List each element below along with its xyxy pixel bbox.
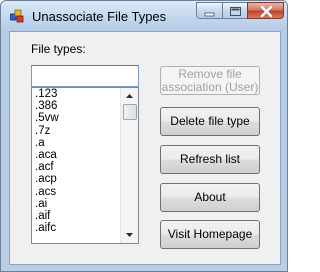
listbox-scrollbar[interactable] — [120, 88, 138, 243]
list-item[interactable]: .386 — [34, 100, 120, 112]
list-item[interactable]: .acs — [34, 186, 120, 198]
list-item[interactable]: .7z — [34, 125, 120, 137]
list-item[interactable]: .5vw — [34, 112, 120, 124]
list-item[interactable]: .aif — [34, 210, 120, 222]
scroll-thumb[interactable] — [123, 104, 137, 120]
list-item[interactable]: .123 — [34, 88, 120, 100]
list-item[interactable]: .aca — [34, 149, 120, 161]
window-title: Unassociate File Types — [32, 9, 167, 24]
maximize-button[interactable] — [222, 2, 247, 19]
list-item[interactable]: .aifc — [34, 222, 120, 234]
list-item[interactable]: .acp — [34, 173, 120, 185]
main-window: Unassociate File Types File types: .123.… — [0, 0, 288, 272]
title-bar[interactable]: Unassociate File Types — [1, 1, 287, 31]
visit-homepage-button[interactable]: Visit Homepage — [160, 220, 260, 249]
list-item[interactable]: .a — [34, 137, 120, 149]
scroll-down-button[interactable] — [121, 227, 138, 243]
minimize-button[interactable] — [196, 2, 222, 19]
minimize-icon — [204, 12, 215, 17]
client-area: File types: .123.386.5vw .7z .a .aca .acf .ac… — [9, 31, 281, 265]
list-item[interactable]: .ai — [34, 198, 120, 210]
file-types-listbox[interactable]: .123.386.5vw .7z .a .aca .acf .acp .acs .ai .aif… — [31, 87, 139, 244]
delete-file-type-button[interactable]: Delete file type — [160, 107, 260, 136]
maximize-icon — [230, 7, 241, 16]
remove-file-association-button[interactable]: Remove file association (User) — [160, 66, 260, 95]
file-types-list: .123.386.5vw .7z .a .aca .acf .acp .acs .ai .aif… — [34, 88, 120, 234]
scroll-up-button[interactable] — [121, 88, 138, 104]
scroll-down-arrow-icon — [126, 233, 133, 237]
close-button[interactable] — [247, 2, 284, 19]
about-button[interactable]: About — [160, 183, 260, 212]
scroll-up-arrow-icon — [126, 94, 133, 98]
close-icon — [260, 5, 273, 18]
file-types-label: File types: — [31, 42, 86, 56]
refresh-list-button[interactable]: Refresh list — [160, 145, 260, 174]
file-type-filter-input[interactable] — [31, 65, 139, 87]
list-item[interactable]: .acf — [34, 161, 120, 173]
file-types-app-icon — [9, 9, 24, 23]
